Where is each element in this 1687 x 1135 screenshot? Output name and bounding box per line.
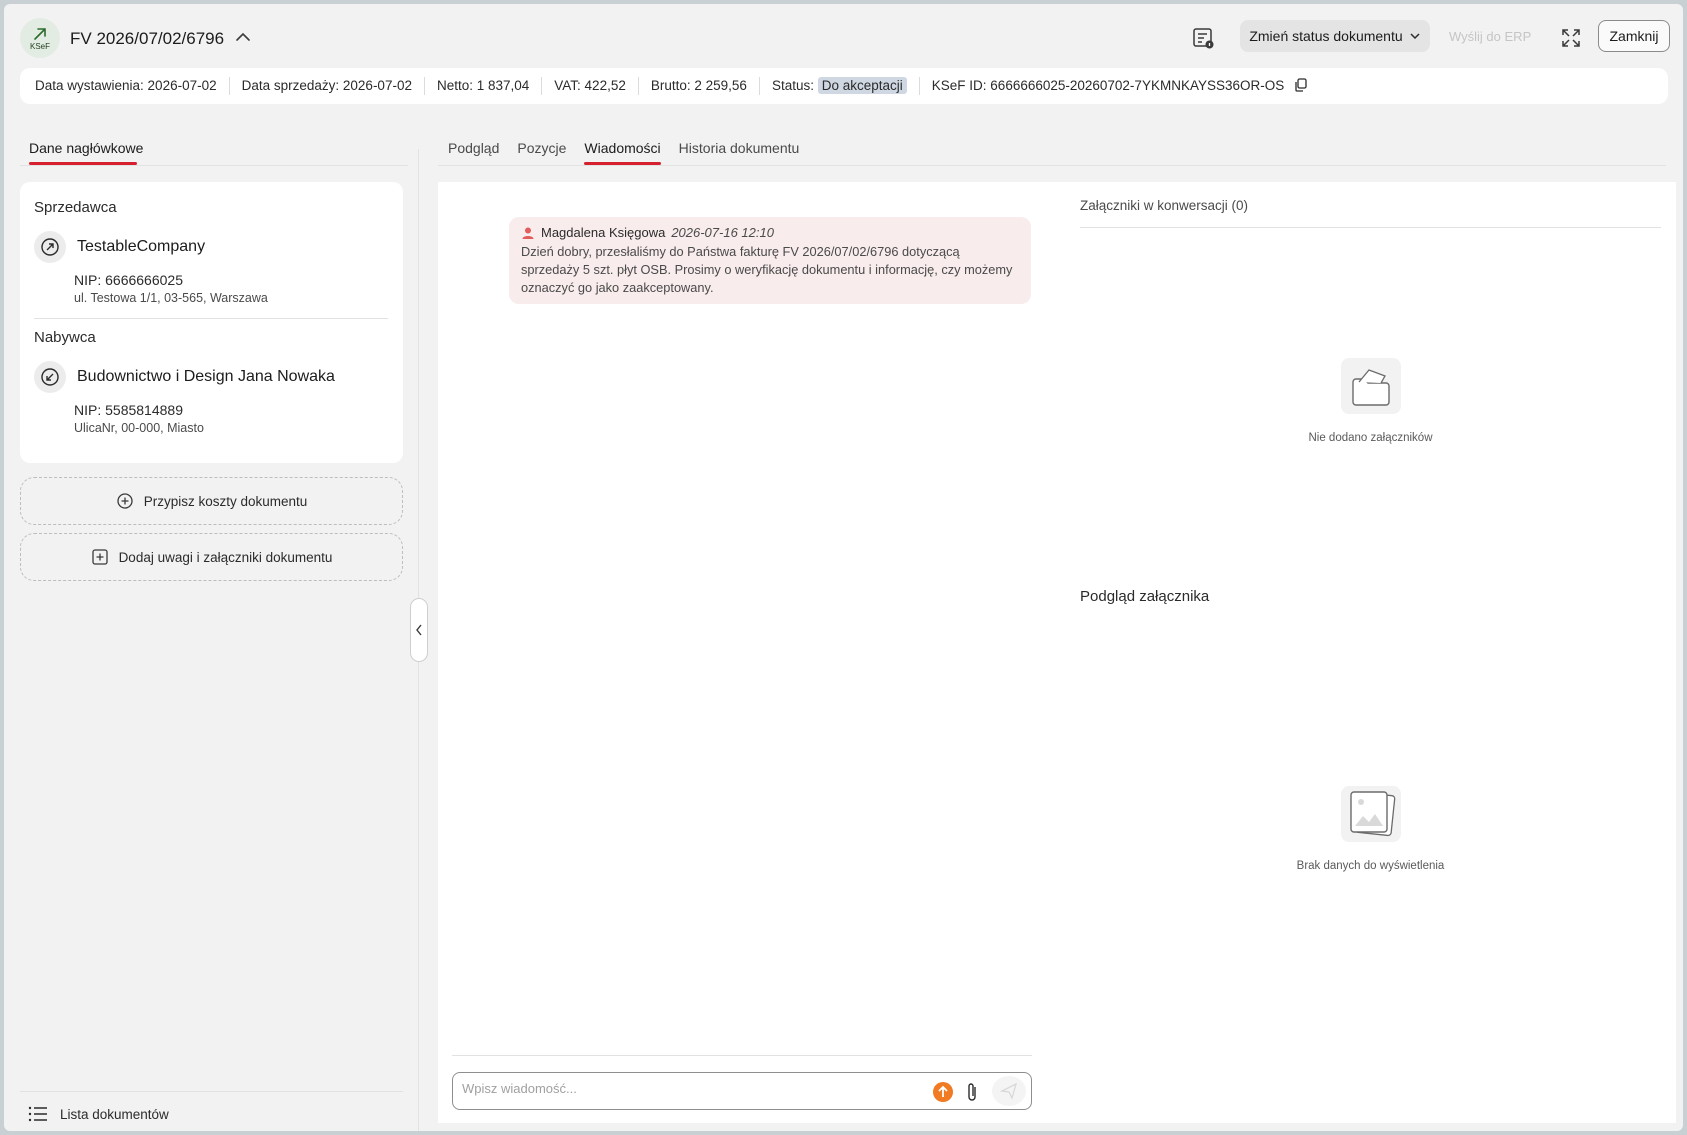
change-status-button[interactable]: Zmień status dokumentu	[1240, 20, 1430, 52]
message-text: Dzień dobry, przesłaliśmy do Państwa fak…	[521, 244, 1013, 295]
document-window: KSeF FV 2026/07/02/6796 Zmień status dok…	[4, 4, 1683, 1131]
seller-title: Sprzedawca	[34, 199, 117, 216]
attachment-preview-title: Podgląd załącznika	[1080, 588, 1210, 605]
divider	[438, 165, 1666, 166]
ksef-logo: KSeF	[20, 18, 60, 58]
expand-icon[interactable]	[1559, 26, 1583, 50]
ksef-id-field: KSeF ID: 6666666025-20260702-7YKMNKAYSS3…	[920, 77, 1320, 95]
outgoing-arrow-icon	[34, 231, 66, 263]
status-badge: Do akceptacji	[817, 77, 907, 94]
list-icon	[28, 1106, 47, 1122]
incoming-arrow-icon	[34, 361, 66, 393]
seller-name: TestableCompany	[77, 238, 206, 255]
arrow-up-right-icon	[34, 27, 46, 40]
parties-card: Sprzedawca TestableCompany NIP: 66666660…	[20, 182, 403, 463]
messages-panel: Magdalena Księgowa 2026-07-16 12:10 Dzie…	[438, 182, 1676, 1123]
tab-messages[interactable]: Wiadomości	[584, 140, 661, 165]
tab-items[interactable]: Pozycje	[517, 140, 566, 156]
buyer-address: UlicaNr, 00-000, Miasto	[74, 421, 204, 435]
chevron-left-icon	[416, 624, 422, 636]
send-to-erp-button[interactable]: Wyślij do ERP	[1449, 29, 1531, 44]
message-header: Magdalena Księgowa 2026-07-16 12:10	[521, 225, 1019, 240]
divider	[20, 1091, 403, 1092]
document-list-label: Lista dokumentów	[60, 1106, 169, 1122]
message-author: Magdalena Księgowa	[541, 225, 666, 240]
chevron-up-icon[interactable]	[234, 28, 252, 46]
attachments-title: Załączniki w konwersacji (0)	[1080, 198, 1249, 213]
logo-text: KSeF	[29, 41, 50, 51]
document-info-icon[interactable]	[1191, 26, 1215, 50]
image-placeholder-icon	[1340, 786, 1401, 842]
buyer-nip: NIP: 5585814889	[74, 402, 183, 418]
status-label: Status:	[771, 78, 814, 93]
divider	[452, 1055, 1032, 1056]
gross-amount: Brutto: 2 259,56	[639, 77, 760, 95]
preview-empty-state: Brak danych do wyświetlenia	[1080, 780, 1661, 872]
divider	[20, 165, 408, 166]
document-number: FV 2026/07/02/6796	[70, 29, 225, 48]
message-composer	[452, 1072, 1032, 1110]
tab-header-data[interactable]: Dane nagłówkowe	[29, 140, 143, 156]
assign-costs-label: Przypisz koszty dokumentu	[143, 493, 308, 509]
issue-date: Data wystawienia: 2026-07-02	[35, 77, 230, 95]
plus-square-icon	[91, 549, 108, 565]
send-icon	[1000, 1082, 1018, 1100]
document-tabs: Podgląd Pozycje Wiadomości Historia doku…	[448, 140, 800, 165]
attachments-empty-text: Nie dodano załączników	[1308, 432, 1433, 444]
header: KSeF FV 2026/07/02/6796 Zmień status dok…	[4, 4, 1683, 68]
message-bubble: Magdalena Księgowa 2026-07-16 12:10 Dzie…	[509, 217, 1031, 304]
copy-icon[interactable]	[1294, 78, 1308, 92]
paperclip-icon[interactable]	[965, 1081, 979, 1103]
divider	[1080, 227, 1661, 228]
close-button[interactable]: Zamknij	[1598, 20, 1670, 52]
status-field: Status: Do akceptacji	[760, 77, 920, 95]
message-time: 2026-07-16 12:10	[671, 225, 774, 240]
tab-history[interactable]: Historia dokumentu	[679, 140, 800, 156]
add-notes-button[interactable]: Dodaj uwagi i załączniki dokumentu	[20, 533, 403, 581]
attachments-empty-state: Nie dodano załączników	[1080, 352, 1661, 444]
net-amount: Netto: 1 837,04	[425, 77, 543, 95]
assign-costs-button[interactable]: Przypisz koszty dokumentu	[20, 477, 403, 525]
tab-preview[interactable]: Podgląd	[448, 140, 499, 156]
seller-address: ul. Testowa 1/1, 03-565, Warszawa	[74, 291, 268, 305]
change-status-label: Zmień status dokumentu	[1249, 28, 1403, 44]
add-notes-label: Dodaj uwagi i załączniki dokumentu	[118, 549, 333, 565]
ksef-id: KSeF ID: 6666666025-20260702-7YKMNKAYSS3…	[931, 78, 1285, 93]
seller-nip: NIP: 6666666025	[74, 272, 183, 288]
buyer-title: Nabywca	[34, 329, 96, 346]
empty-folder-icon	[1340, 358, 1401, 414]
upload-icon[interactable]	[932, 1081, 954, 1103]
vat-amount: VAT: 422,52	[542, 77, 639, 95]
buyer-name: Budownictwo i Design Jana Nowaka	[77, 368, 335, 385]
collapse-panel-button[interactable]	[410, 598, 428, 662]
sale-date: Data sprzedaży: 2026-07-02	[230, 77, 425, 95]
send-button[interactable]	[992, 1076, 1026, 1106]
message-input[interactable]	[462, 1081, 902, 1096]
preview-empty-text: Brak danych do wyświetlenia	[1296, 860, 1445, 872]
chevron-down-icon	[1410, 33, 1420, 40]
plus-circle-icon	[117, 493, 133, 509]
user-icon	[522, 227, 534, 239]
document-list-button[interactable]: Lista dokumentów	[28, 1105, 169, 1123]
divider	[34, 318, 388, 319]
document-summary-bar: Data wystawienia: 2026-07-02 Data sprzed…	[20, 68, 1668, 104]
